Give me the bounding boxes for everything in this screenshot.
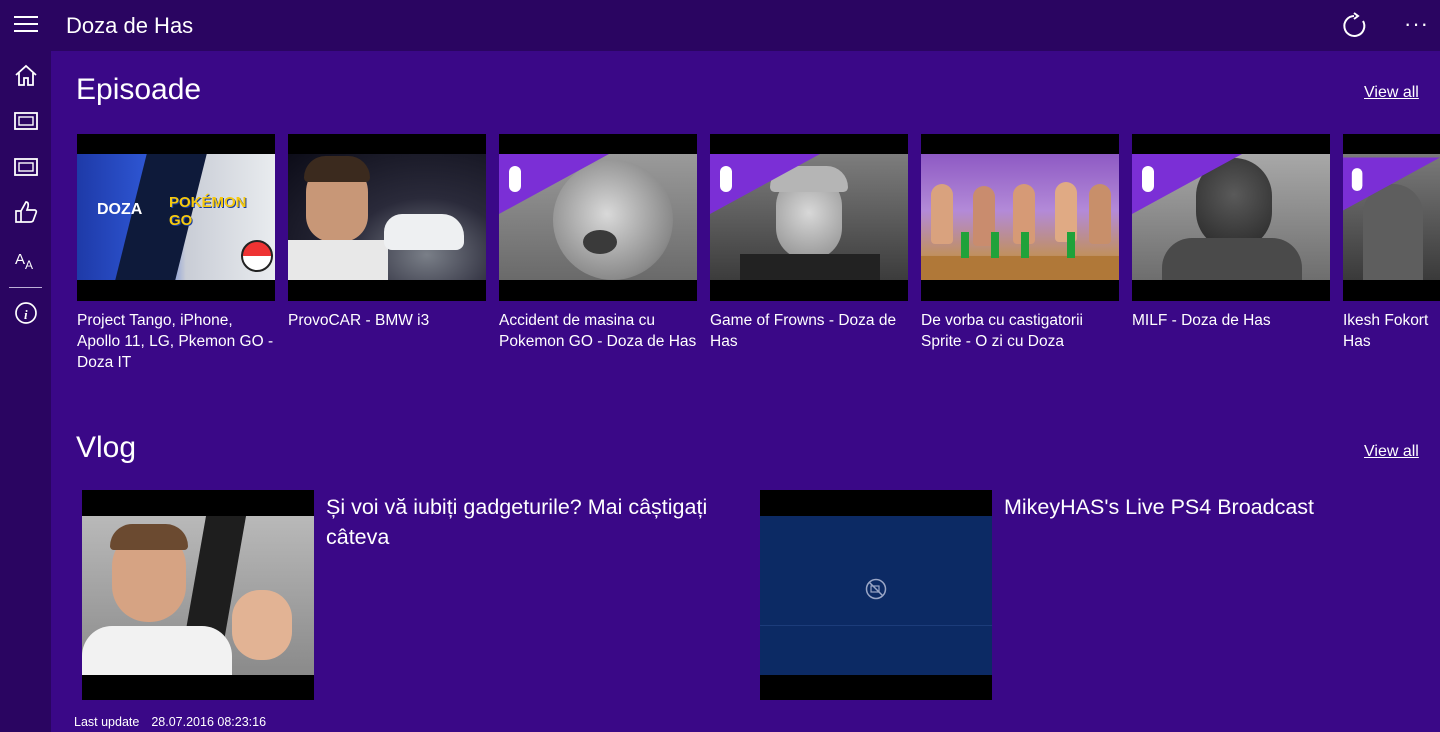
episode-thumbnail: DOZA POKÉMON GO <box>77 134 275 301</box>
episode-thumbnail <box>288 134 486 301</box>
app-title: Doza de Has <box>66 13 194 38</box>
episode-title: MILF - Doza de Has <box>1132 312 1271 329</box>
refresh-icon[interactable] <box>1340 12 1368 40</box>
episode-title: ProvoCAR - BMW i3 <box>288 312 430 329</box>
home-icon[interactable] <box>13 63 39 89</box>
section-title-vlog: Vlog <box>76 431 137 464</box>
episode-card[interactable]: De vorba cu castigatorii Sprite - O zi c… <box>921 134 1119 352</box>
pill-badge-icon <box>1132 154 1242 214</box>
last-update-value: 28.07.2016 08:23:16 <box>151 715 267 729</box>
no-video-icon <box>865 578 887 600</box>
svg-text:i: i <box>24 307 28 322</box>
episode-title: Ikesh Fokort Has <box>1343 312 1429 350</box>
episode-card[interactable]: DOZA POKÉMON GO Project Tango, iPhone, A… <box>77 134 275 373</box>
pill-badge-icon <box>710 154 820 214</box>
title-bar: Doza de Has ··· <box>0 0 1440 51</box>
info-icon[interactable]: i <box>13 300 39 326</box>
episode-thumbnail <box>921 134 1119 301</box>
episode-thumbnail <box>710 134 908 301</box>
pill-badge-icon <box>1343 157 1440 211</box>
pill-badge-icon <box>499 154 609 214</box>
video-icon[interactable] <box>13 108 39 134</box>
vlog-title: Și voi vă iubiți gadgeturile? Mai câștig… <box>326 495 708 549</box>
like-icon[interactable] <box>13 199 39 225</box>
vlog-thumbnail <box>82 490 314 700</box>
vlog-view-all-link[interactable]: View all <box>1364 442 1419 462</box>
hamburger-icon[interactable] <box>14 16 38 36</box>
video-icon[interactable] <box>13 154 39 180</box>
sidebar: A A i <box>0 51 51 732</box>
episode-card[interactable]: Game of Frowns - Doza de Has <box>710 134 908 352</box>
episode-thumbnail <box>1343 134 1440 301</box>
svg-text:A: A <box>25 258 33 272</box>
episode-thumbnail <box>499 134 697 301</box>
episode-card[interactable]: MILF - Doza de Has <box>1132 134 1330 331</box>
svg-text:A: A <box>15 251 25 268</box>
episode-card[interactable]: Ikesh Fokort Has <box>1343 134 1440 352</box>
episode-thumbnail <box>1132 134 1330 301</box>
episodes-view-all-link[interactable]: View all <box>1364 83 1419 103</box>
last-update-label: Last update <box>74 715 140 729</box>
episode-title: Game of Frowns - Doza de Has <box>710 312 897 350</box>
episode-card[interactable]: Accident de masina cu Pokemon GO - Doza … <box>499 134 697 352</box>
last-update: Last update 28.07.2016 08:23:16 <box>74 714 266 730</box>
language-icon[interactable]: A A <box>13 247 39 273</box>
vlog-title: MikeyHAS's Live PS4 Broadcast <box>1004 495 1315 519</box>
thumb-logo: DOZA <box>97 201 143 218</box>
more-icon[interactable]: ··· <box>1404 10 1428 38</box>
episode-card[interactable]: ProvoCAR - BMW i3 <box>288 134 486 331</box>
vlog-thumbnail <box>760 490 992 700</box>
episode-title: Project Tango, iPhone, Apollo 11, LG, Pk… <box>77 312 274 371</box>
episode-title: Accident de masina cu Pokemon GO - Doza … <box>499 312 697 350</box>
thumb-text: POKÉMON GO <box>169 194 247 229</box>
section-title-episodes: Episoade <box>76 73 202 106</box>
episode-title: De vorba cu castigatorii Sprite - O zi c… <box>921 312 1083 350</box>
sidebar-divider <box>9 287 42 288</box>
